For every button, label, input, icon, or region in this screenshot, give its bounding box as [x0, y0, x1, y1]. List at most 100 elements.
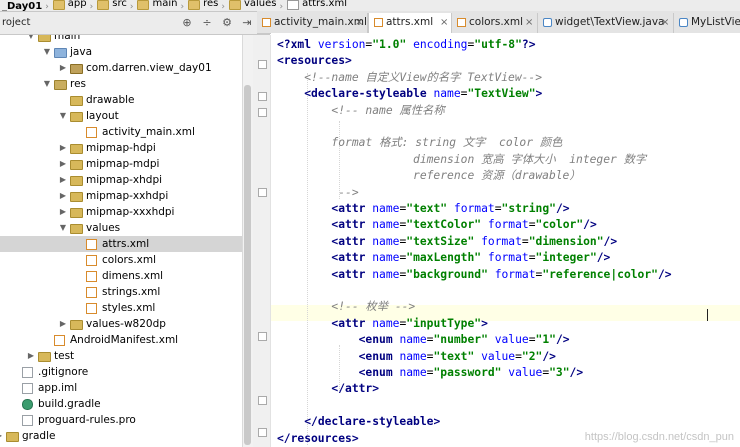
fold-marker-icon[interactable]: [258, 92, 267, 101]
chevron-right-icon[interactable]: ▶: [58, 204, 68, 220]
chevron-right-icon[interactable]: ▶: [58, 316, 68, 332]
tree-item[interactable]: ▼ values: [0, 220, 242, 236]
chevron-right-icon[interactable]: ▶: [58, 60, 68, 76]
project-tree-scrollbar[interactable]: [242, 35, 253, 447]
tree-item[interactable]: activity_main.xml: [0, 124, 242, 140]
editor-tab-label: activity_main.xml: [274, 16, 367, 28]
close-icon[interactable]: ×: [440, 13, 448, 32]
xml-file-icon: [86, 127, 97, 138]
xml-file-icon: [287, 0, 300, 10]
tree-item[interactable]: ▶ mipmap-xxhdpi: [0, 188, 242, 204]
chevron-down-icon[interactable]: ▼: [26, 35, 36, 44]
editor-tab[interactable]: widget\TextView.java ×: [538, 13, 674, 33]
chevron-right-icon[interactable]: ▶: [58, 172, 68, 188]
code-line: <attr name="background" format="referenc…: [277, 267, 671, 283]
code-token: =: [528, 333, 536, 347]
sync-icon[interactable]: ⊕: [180, 16, 194, 30]
tree-item[interactable]: app.iml: [0, 380, 242, 396]
tree-item[interactable]: ▼ res: [0, 76, 242, 92]
fold-marker-icon[interactable]: [258, 332, 267, 341]
code-token: <attr: [331, 234, 373, 248]
code-token: <enum: [358, 366, 400, 379]
breadcrumb-item[interactable]: attrs.xml: [284, 0, 349, 10]
breadcrumb-item[interactable]: src: [94, 0, 129, 10]
fold-marker-icon[interactable]: [258, 428, 267, 437]
xml-file-icon: [86, 303, 97, 314]
scrollbar-thumb[interactable]: [244, 85, 251, 445]
breadcrumb-label: attrs.xml: [302, 0, 347, 9]
code-token: =: [528, 251, 536, 265]
tree-item-label: strings.xml: [102, 286, 161, 298]
tree-item[interactable]: ▼ java: [0, 44, 242, 60]
tree-item[interactable]: ▶ mipmap-xxxhdpi: [0, 204, 242, 220]
breadcrumb-item[interactable]: main: [134, 0, 179, 10]
code-line: <declare-styleable name="TextView">: [277, 86, 542, 102]
chevron-down-icon[interactable]: ▼: [42, 76, 52, 92]
close-icon[interactable]: ×: [525, 13, 533, 32]
tree-item[interactable]: ▶ com.darren.view_day01: [0, 60, 242, 76]
tree-item[interactable]: styles.xml: [0, 300, 242, 316]
editor-tab[interactable]: activity_main.xml ×: [257, 13, 368, 33]
tree-item-label: mipmap-mdpi: [86, 158, 160, 170]
tree-item[interactable]: ▶ gradle: [0, 428, 242, 444]
tree-item[interactable]: ▶ test: [0, 348, 242, 364]
tree-item-label: layout: [86, 110, 119, 122]
code-token: "background": [406, 267, 488, 281]
code-token: encoding: [413, 38, 468, 51]
code-token: format: [494, 267, 536, 281]
tree-item[interactable]: ▶ mipmap-mdpi: [0, 156, 242, 172]
chevron-right-icon[interactable]: ▶: [58, 188, 68, 204]
close-icon[interactable]: ×: [355, 13, 363, 32]
settings-gear-icon[interactable]: ⚙: [220, 16, 234, 30]
breadcrumb-item[interactable]: _Day01: [0, 1, 44, 12]
text-file-icon: [22, 415, 33, 426]
tree-item[interactable]: attrs.xml: [0, 236, 242, 252]
code-editor[interactable]: <?xml version="1.0" encoding="utf-8"?> <r…: [271, 33, 740, 447]
breadcrumb-item[interactable]: res: [185, 0, 220, 10]
code-token: />: [569, 366, 584, 379]
fold-marker-icon[interactable]: [258, 188, 267, 197]
editor-tab[interactable]: colors.xml ×: [452, 13, 538, 33]
fold-marker-icon[interactable]: [258, 60, 267, 69]
code-token: "dimension": [528, 234, 604, 248]
breadcrumb-label: values: [243, 0, 277, 9]
chevron-down-icon[interactable]: ▼: [42, 44, 52, 60]
code-token: "1": [535, 333, 556, 347]
editor-tab[interactable]: MyListView.java×: [674, 13, 740, 33]
tree-item[interactable]: build.gradle: [0, 396, 242, 412]
code-token: version: [317, 38, 366, 51]
collapse-icon[interactable]: ÷: [200, 16, 214, 30]
tree-item[interactable]: ▼ main: [0, 35, 242, 44]
code-token: />: [596, 251, 611, 265]
close-icon[interactable]: ×: [661, 13, 669, 32]
tree-item[interactable]: proguard-rules.pro: [0, 412, 242, 428]
tree-item[interactable]: dimens.xml: [0, 268, 242, 284]
code-token: format 格式: string 文字 color 颜色: [331, 136, 563, 150]
project-view-selector[interactable]: roject: [0, 14, 30, 32]
chevron-down-icon[interactable]: ▼: [58, 108, 68, 124]
breadcrumb-item[interactable]: values: [226, 0, 279, 10]
hide-panel-icon[interactable]: ⇥: [240, 16, 254, 30]
chevron-right-icon[interactable]: ▶: [58, 140, 68, 156]
code-line: <!-- 枚举 -->: [277, 299, 415, 315]
code-token: name: [372, 316, 400, 330]
tree-item[interactable]: ▶ mipmap-hdpi: [0, 140, 242, 156]
chevron-right-icon[interactable]: ▶: [0, 428, 4, 444]
code-token: value: [508, 366, 543, 379]
chevron-right-icon[interactable]: ▶: [26, 348, 36, 364]
chevron-down-icon[interactable]: ▼: [58, 220, 68, 236]
tree-item[interactable]: colors.xml: [0, 252, 242, 268]
tree-item[interactable]: strings.xml: [0, 284, 242, 300]
tree-item[interactable]: .gitignore: [0, 364, 242, 380]
tree-item[interactable]: AndroidManifest.xml: [0, 332, 242, 348]
code-token: "string": [501, 202, 556, 215]
tree-item[interactable]: ▼ layout: [0, 108, 242, 124]
fold-marker-icon[interactable]: [258, 396, 267, 405]
tree-item[interactable]: ▶ values-w820dp: [0, 316, 242, 332]
fold-marker-icon[interactable]: [258, 108, 267, 117]
tree-item[interactable]: drawable: [0, 92, 242, 108]
breadcrumb-item[interactable]: app: [50, 0, 89, 10]
editor-tab[interactable]: attrs.xml ×: [368, 13, 452, 33]
tree-item[interactable]: ▶ mipmap-xhdpi: [0, 172, 242, 188]
chevron-right-icon[interactable]: ▶: [58, 156, 68, 172]
